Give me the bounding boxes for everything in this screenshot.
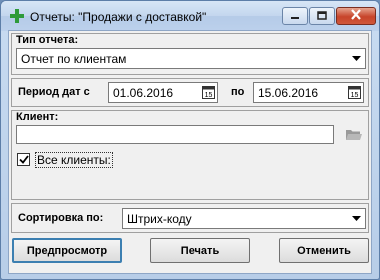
print-button[interactable]: Печать xyxy=(150,238,250,263)
window-title: Отчеты: "Продажи с доставкой" xyxy=(30,10,207,24)
folder-icon[interactable] xyxy=(346,128,362,144)
checkmark-icon xyxy=(18,153,29,167)
period-from-label: Период дат с xyxy=(18,86,90,98)
client-group: Клиент: Все клиенты: xyxy=(11,110,369,200)
sort-group: Сортировка по: Штрих-коду xyxy=(11,203,369,233)
sort-value: Штрих-коду xyxy=(127,212,192,226)
date-to-input[interactable]: 15.06.2016 15 xyxy=(253,82,364,103)
all-clients-label[interactable]: Все клиенты: xyxy=(35,152,113,168)
date-to-value: 15.06.2016 xyxy=(258,86,319,100)
plus-icon xyxy=(10,9,24,23)
maximize-button[interactable] xyxy=(309,7,335,25)
title-bar[interactable]: Отчеты: "Продажи с доставкой" xyxy=(1,1,379,31)
svg-text:15: 15 xyxy=(350,92,358,99)
dialog-body: Тип отчета: Отчет по клиентам Период дат… xyxy=(8,30,372,274)
report-dialog-window: Отчеты: "Продажи с доставкой" Тип отчета… xyxy=(0,0,380,280)
report-type-value: Отчет по клиентам xyxy=(21,52,127,66)
report-type-select[interactable]: Отчет по клиентам xyxy=(16,48,366,69)
date-from-input[interactable]: 01.06.2016 15 xyxy=(108,82,218,103)
cancel-button[interactable]: Отменить xyxy=(279,238,369,263)
chevron-down-icon[interactable] xyxy=(348,50,364,67)
minimize-icon xyxy=(290,9,300,23)
all-clients-checkbox[interactable] xyxy=(17,153,30,166)
close-button[interactable] xyxy=(336,7,376,25)
close-icon xyxy=(350,9,362,23)
chevron-down-icon[interactable] xyxy=(348,210,364,227)
period-group: Период дат с 01.06.2016 15 по 15.06.2016 xyxy=(11,78,369,107)
client-input[interactable] xyxy=(16,125,334,144)
calendar-icon[interactable]: 15 xyxy=(200,84,216,101)
sort-label: Сортировка по: xyxy=(18,212,104,224)
calendar-icon[interactable]: 15 xyxy=(346,84,362,101)
date-from-value: 01.06.2016 xyxy=(113,86,174,100)
report-type-group: Тип отчета: Отчет по клиентам xyxy=(11,33,369,75)
maximize-icon xyxy=(317,9,327,23)
sort-select[interactable]: Штрих-коду xyxy=(122,208,366,229)
svg-text:15: 15 xyxy=(204,92,212,99)
client-label: Клиент: xyxy=(16,111,59,123)
report-type-label: Тип отчета: xyxy=(16,34,79,46)
minimize-button[interactable] xyxy=(282,7,308,25)
period-to-label: по xyxy=(231,86,245,98)
preview-button[interactable]: Предпросмотр xyxy=(12,238,122,263)
